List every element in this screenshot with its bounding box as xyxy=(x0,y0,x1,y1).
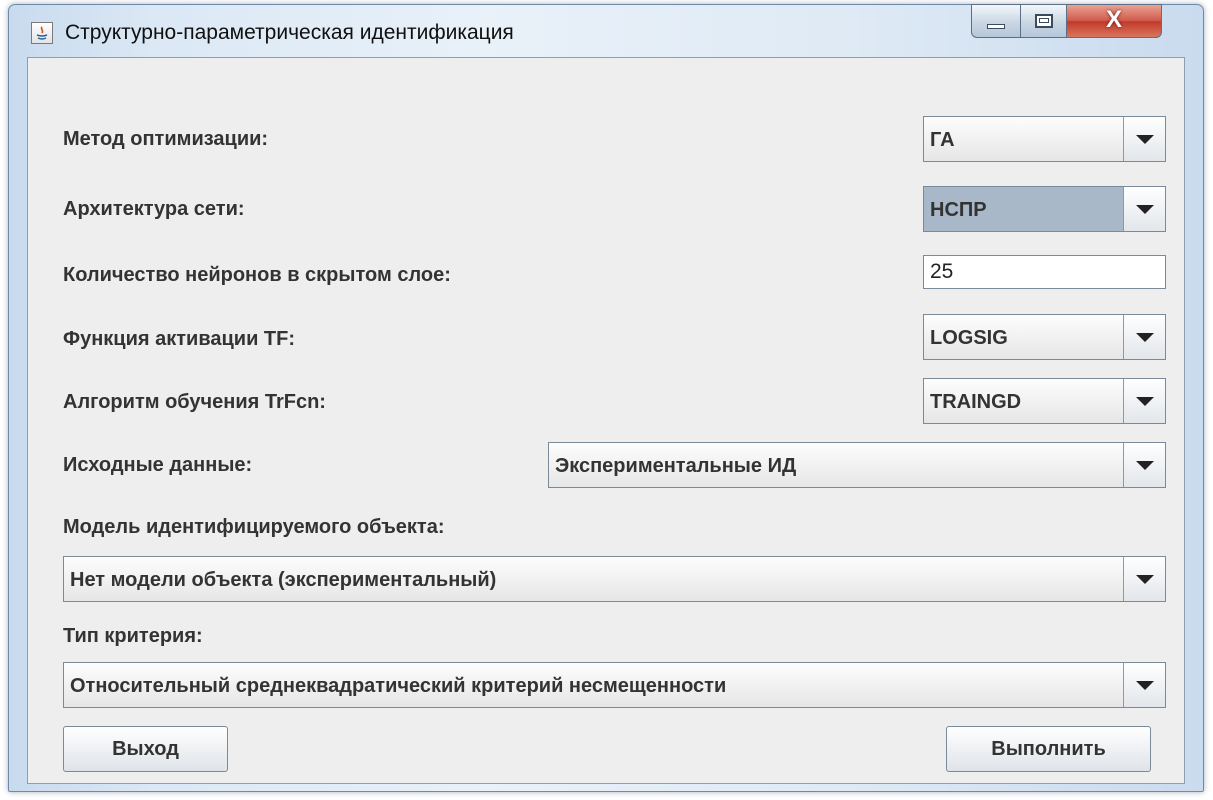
optimization-method-label: Метод оптимизации: xyxy=(63,128,269,150)
criterion-type-label: Тип критерия: xyxy=(63,625,203,647)
criterion-type-value: Относительный среднеквадратический крите… xyxy=(70,675,727,697)
object-model-value: Нет модели объекта (экспериментальный) xyxy=(70,569,497,591)
close-icon: X xyxy=(1105,6,1122,33)
close-button[interactable]: X xyxy=(1066,4,1162,38)
optimization-method-combo[interactable]: ГА xyxy=(923,116,1166,162)
network-architecture-combo[interactable]: НСПР xyxy=(923,186,1166,232)
activation-function-value: LOGSIG xyxy=(930,327,1008,349)
training-algorithm-combo[interactable]: TRAINGD xyxy=(923,378,1166,424)
maximize-button[interactable] xyxy=(1020,4,1067,38)
minimize-button[interactable] xyxy=(971,4,1021,38)
source-data-value: Экспериментальные ИД xyxy=(555,455,797,477)
object-model-label: Модель идентифицируемого объекта: xyxy=(63,516,445,538)
chevron-down-icon[interactable] xyxy=(1123,557,1165,601)
network-architecture-value: НСПР xyxy=(930,199,987,221)
maximize-icon xyxy=(1035,14,1053,28)
chevron-down-icon[interactable] xyxy=(1123,315,1165,359)
chevron-down-icon[interactable] xyxy=(1123,663,1165,707)
chevron-down-icon[interactable] xyxy=(1123,443,1165,487)
content-panel: Метод оптимизации: ГА Архитектура сети: … xyxy=(27,57,1185,784)
source-data-label: Исходные данные: xyxy=(63,454,253,476)
chevron-down-icon[interactable] xyxy=(1123,187,1165,231)
training-algorithm-value: TRAINGD xyxy=(930,391,1022,413)
java-app-icon xyxy=(31,22,53,44)
activation-function-combo[interactable]: LOGSIG xyxy=(923,314,1166,360)
criterion-type-combo[interactable]: Относительный среднеквадратический крите… xyxy=(63,662,1166,708)
main-window: Структурно-параметрическая идентификация… xyxy=(8,4,1204,792)
object-model-combo[interactable]: Нет модели объекта (экспериментальный) xyxy=(63,556,1166,602)
run-button[interactable]: Выполнить xyxy=(946,726,1151,772)
source-data-combo[interactable]: Экспериментальные ИД xyxy=(548,442,1166,488)
chevron-down-icon[interactable] xyxy=(1123,379,1165,423)
hidden-neurons-label: Количество нейронов в скрытом слое: xyxy=(63,264,451,286)
hidden-neurons-input[interactable] xyxy=(923,255,1166,289)
chevron-down-icon[interactable] xyxy=(1123,117,1165,161)
minimize-icon xyxy=(987,24,1005,29)
exit-button[interactable]: Выход xyxy=(63,726,228,772)
optimization-method-value: ГА xyxy=(930,129,955,151)
training-algorithm-label: Алгоритм обучения TrFcn: xyxy=(63,391,326,413)
network-architecture-label: Архитектура сети: xyxy=(63,198,245,220)
activation-function-label: Функция активации TF: xyxy=(63,328,296,350)
window-title: Структурно-параметрическая идентификация xyxy=(65,21,514,44)
title-bar[interactable]: Структурно-параметрическая идентификация… xyxy=(9,4,1203,59)
